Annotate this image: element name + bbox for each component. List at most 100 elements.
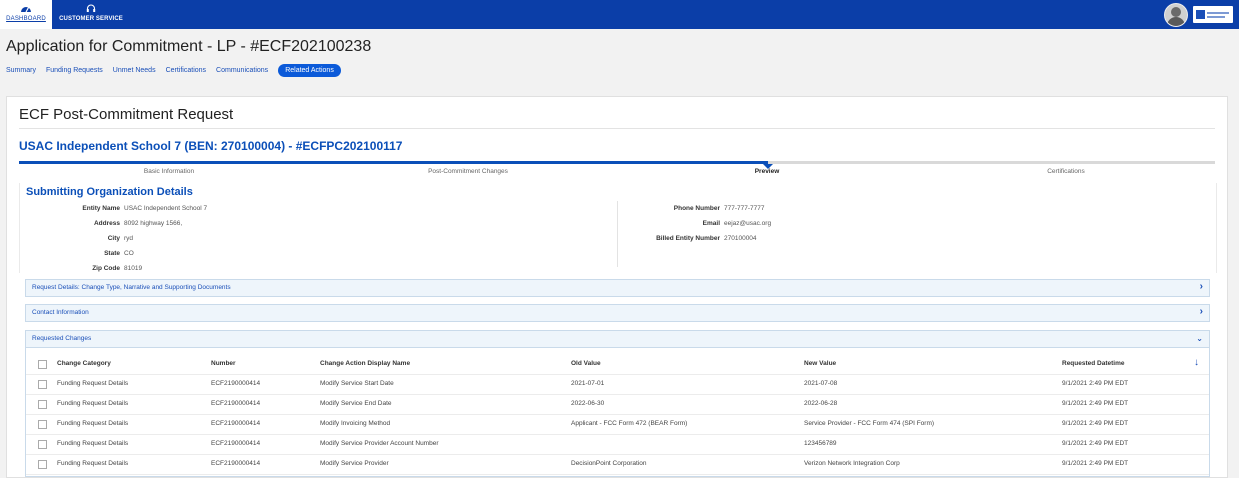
nav-dashboard-label: DASHBOARD — [6, 16, 46, 22]
cell-change-category: Funding Request Details — [57, 400, 129, 407]
step-post-commitment-changes[interactable]: Post-Commitment Changes — [428, 168, 508, 175]
field-zip-code-value: 81019 — [124, 265, 143, 272]
field-label: Phone Number — [673, 205, 720, 212]
row-checkbox[interactable] — [38, 440, 47, 449]
cell-number: ECF2190000414 — [211, 400, 261, 407]
dashboard-icon — [21, 7, 31, 13]
cell-new-value: Service Provider - FCC Form 474 (SPI For… — [804, 420, 935, 427]
table-header-row: Change Category Number Change Action Dis… — [26, 354, 1209, 375]
table-row: Funding Request Details ECF2190000414 Mo… — [26, 374, 1209, 395]
cell-number: ECF2190000414 — [211, 420, 261, 427]
cell-number: ECF2190000414 — [211, 440, 261, 447]
cell-number: ECF2190000414 — [211, 460, 261, 467]
field-billed-entity-number-value: 270100004 — [724, 235, 757, 242]
accordion-label: Request Details: Change Type, Narrative … — [32, 284, 231, 291]
select-all-checkbox[interactable] — [38, 360, 47, 369]
field-state-value: CO — [124, 250, 134, 257]
field-label: Address — [93, 220, 120, 227]
tab-certifications[interactable]: Certifications — [166, 64, 206, 77]
nav-customer-service[interactable]: CUSTOMER SERVICE — [56, 0, 126, 29]
step-basic-information[interactable]: Basic Information — [144, 168, 194, 175]
table-row: Funding Request Details ECF2190000414 Mo… — [26, 414, 1209, 435]
cell-requested-datetime: 9/1/2021 2:49 PM EDT — [1062, 400, 1129, 407]
stepper-bar — [19, 161, 1215, 169]
usac-logo — [1193, 6, 1233, 23]
progress-stepper: Basic Information Post-Commitment Change… — [19, 159, 1215, 181]
col-number[interactable]: Number — [211, 360, 236, 367]
cell-change-action: Modify Service End Date — [320, 400, 392, 407]
accordion-request-details[interactable]: Request Details: Change Type, Narrative … — [25, 279, 1210, 297]
field-entity-name-value: USAC Independent School 7 — [124, 205, 208, 212]
step-certifications[interactable]: Certifications — [1047, 168, 1085, 175]
row-checkbox[interactable] — [38, 460, 47, 469]
field-phone-number-value: 777-777-7777 — [724, 205, 765, 212]
tab-unmet-needs[interactable]: Unmet Needs — [113, 64, 156, 77]
field-city-value: ryd — [124, 235, 134, 242]
table-row: Funding Request Details ECF2190000414 Mo… — [26, 434, 1209, 455]
field-label: Zip Code — [92, 265, 120, 272]
user-avatar[interactable] — [1164, 3, 1188, 27]
entity-header: USAC Independent School 7 (BEN: 27010000… — [19, 139, 403, 153]
cell-change-action: Modify Invoicing Method — [320, 420, 391, 427]
col-change-action[interactable]: Change Action Display Name — [320, 360, 410, 367]
cell-number: ECF2190000414 — [211, 380, 261, 387]
cell-new-value: Verizon Network Integration Corp — [804, 460, 900, 467]
col-change-category[interactable]: Change Category — [57, 360, 111, 367]
row-checkbox[interactable] — [38, 420, 47, 429]
organization-details-panel: Submitting Organization Details Entity N… — [19, 183, 1217, 273]
table-row: Funding Request Details ECF2190000414 Mo… — [26, 454, 1209, 475]
tab-communications[interactable]: Communications — [216, 64, 268, 77]
nav-dashboard[interactable]: DASHBOARD — [0, 0, 52, 29]
cell-old-value: DecisionPoint Corporation — [571, 460, 647, 467]
cell-change-category: Funding Request Details — [57, 380, 129, 387]
sort-arrow-down-icon[interactable]: ↓ — [1194, 357, 1199, 368]
cell-change-action: Modify Service Provider Account Number — [320, 440, 439, 447]
field-label: City — [107, 235, 120, 242]
cell-change-category: Funding Request Details — [57, 420, 129, 427]
chevron-right-icon: › — [1199, 281, 1203, 292]
accordion-label: Contact Information — [32, 309, 89, 316]
step-preview[interactable]: Preview — [755, 168, 780, 175]
post-commitment-card: ECF Post-Commitment Request USAC Indepen… — [6, 96, 1228, 478]
field-label: Billed Entity Number — [656, 235, 720, 242]
cell-requested-datetime: 9/1/2021 2:49 PM EDT — [1062, 380, 1129, 387]
cell-requested-datetime: 9/1/2021 2:49 PM EDT — [1062, 420, 1129, 427]
section-divider — [19, 128, 1215, 129]
col-new-value[interactable]: New Value — [804, 360, 836, 367]
organization-details-title: Submitting Organization Details — [26, 186, 193, 198]
cell-new-value: 2021-07-08 — [804, 380, 838, 387]
col-old-value[interactable]: Old Value — [571, 360, 601, 367]
top-nav-bar: DASHBOARD CUSTOMER SERVICE — [0, 0, 1239, 29]
tab-summary[interactable]: Summary — [6, 64, 36, 77]
cell-change-category: Funding Request Details — [57, 440, 129, 447]
requested-changes-table: Change Category Number Change Action Dis… — [25, 346, 1210, 477]
cell-old-value: 2022-06-30 — [571, 400, 605, 407]
cell-requested-datetime: 9/1/2021 2:49 PM EDT — [1062, 440, 1129, 447]
cell-new-value: 123456789 — [804, 440, 837, 447]
headset-icon — [86, 4, 96, 12]
tab-related-actions[interactable]: Related Actions — [278, 64, 341, 77]
page-tabs: Summary Funding Requests Unmet Needs Cer… — [6, 64, 351, 77]
tab-funding-requests[interactable]: Funding Requests — [46, 64, 103, 77]
field-label: State — [104, 250, 120, 257]
col-requested-datetime[interactable]: Requested Datetime — [1062, 360, 1125, 367]
field-label: Email — [702, 220, 720, 227]
cell-change-category: Funding Request Details — [57, 460, 129, 467]
row-checkbox[interactable] — [38, 380, 47, 389]
cell-old-value: 2021-07-01 — [571, 380, 605, 387]
row-checkbox[interactable] — [38, 400, 47, 409]
stepper-progress — [19, 161, 768, 164]
cell-old-value: Applicant - FCC Form 472 (BEAR Form) — [571, 420, 688, 427]
accordion-contact-information[interactable]: Contact Information › — [25, 304, 1210, 322]
cell-requested-datetime: 9/1/2021 2:49 PM EDT — [1062, 460, 1129, 467]
field-label: Entity Name — [82, 205, 120, 212]
chevron-down-icon: ⌄ — [1196, 334, 1203, 343]
page-title: Application for Commitment - LP - #ECF20… — [6, 38, 372, 55]
cell-change-action: Modify Service Provider — [320, 460, 389, 467]
org-column-divider — [617, 201, 618, 267]
section-title: ECF Post-Commitment Request — [19, 106, 234, 123]
cell-new-value: 2022-06-28 — [804, 400, 838, 407]
cell-change-action: Modify Service Start Date — [320, 380, 394, 387]
chevron-right-icon: › — [1199, 306, 1203, 317]
table-row: Funding Request Details ECF2190000414 Mo… — [26, 394, 1209, 415]
